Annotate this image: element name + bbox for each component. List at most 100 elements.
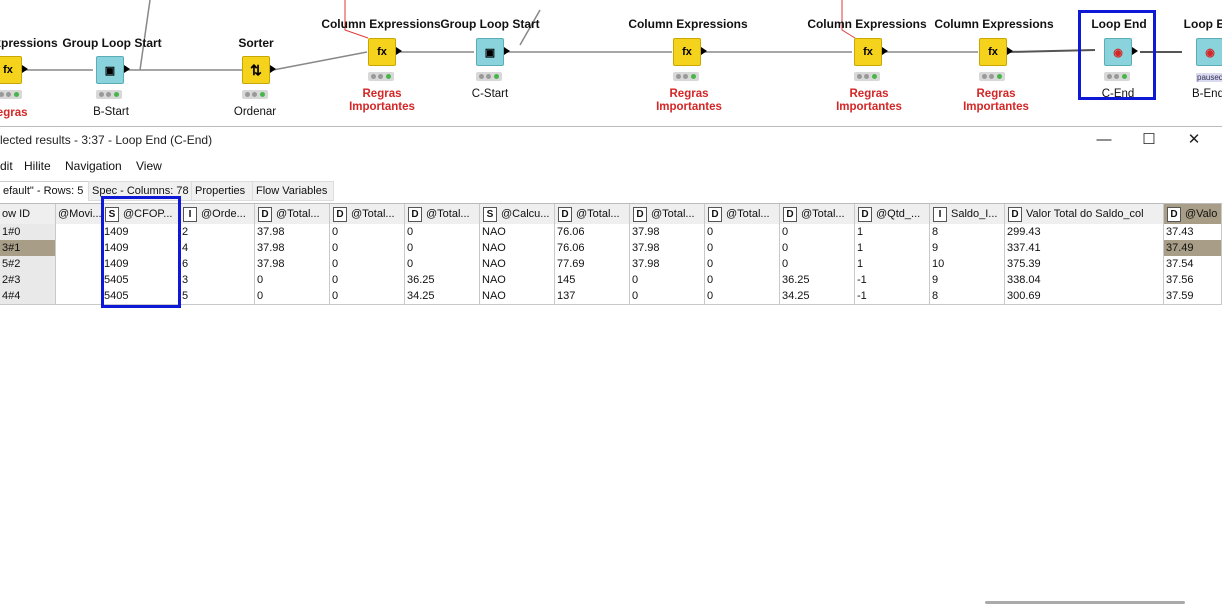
minimize-icon[interactable]: — (1082, 127, 1126, 151)
table-cell[interactable] (56, 240, 102, 256)
table-cell[interactable]: 76.06 (555, 224, 630, 240)
table-cell[interactable]: 37.43 (1164, 224, 1222, 240)
table-cell[interactable]: 9 (930, 240, 1005, 256)
node-label[interactable]: B-End (1192, 88, 1222, 101)
column-header[interactable]: @Movi... (56, 204, 102, 224)
table-cell[interactable]: 0 (705, 288, 780, 304)
table-cell[interactable]: 34.25 (780, 288, 855, 304)
node-label[interactable]: Regras Importantes (963, 88, 1029, 114)
table-cell[interactable]: NAO (480, 240, 555, 256)
output-port-icon[interactable] (124, 65, 130, 73)
column-header[interactable]: D @Qtd_... (855, 204, 930, 224)
table-row[interactable]: 4#4 5405 5 0 0 34.25 NAO 137 0 0 34.25 -1 8 300.69 37.… (0, 288, 1222, 305)
table-cell[interactable]: 4 (180, 240, 255, 256)
table-cell[interactable]: 137 (555, 288, 630, 304)
table-row[interactable]: 2#3 5405 3 0 0 36.25 NAO 145 0 0 36.25 -1 9 338.04 37.… (0, 272, 1222, 289)
column-expressions-icon[interactable]: fx (0, 56, 22, 84)
table-cell[interactable]: 0 (330, 256, 405, 272)
menu-navigation[interactable]: Navigation (65, 159, 122, 173)
table-cell[interactable]: 337.41 (1005, 240, 1164, 256)
column-header[interactable]: D @Total... (405, 204, 480, 224)
table-cell[interactable]: NAO (480, 288, 555, 304)
table-cell[interactable]: 1 (855, 224, 930, 240)
table-cell[interactable] (56, 256, 102, 272)
table-cell[interactable]: 0 (330, 240, 405, 256)
table-cell[interactable]: 8 (930, 224, 1005, 240)
table-cell[interactable]: 1 (855, 256, 930, 272)
group-loop-start-icon[interactable]: ▣ (476, 38, 504, 66)
group-loop-start-icon[interactable]: ▣ (96, 56, 124, 84)
tab-flow-variables[interactable]: Flow Variables (252, 181, 334, 201)
column-expressions-icon[interactable]: fx (854, 38, 882, 66)
table-cell[interactable] (56, 288, 102, 304)
node-label[interactable]: C-End (1102, 88, 1135, 101)
table-cell[interactable]: 0 (405, 224, 480, 240)
row-id-cell[interactable]: 3#1 (0, 240, 56, 256)
table-cell[interactable]: -1 (855, 272, 930, 288)
close-icon[interactable]: ✕ (1172, 127, 1216, 151)
node-label[interactable]: B-Start (93, 106, 129, 119)
table-cell[interactable]: 0 (405, 256, 480, 272)
table-cell[interactable]: 0 (705, 240, 780, 256)
output-port-icon[interactable] (396, 47, 402, 55)
maximize-icon[interactable]: ☐ (1127, 127, 1171, 151)
table-cell[interactable]: 76.06 (555, 240, 630, 256)
node-label[interactable]: Regras Importantes (836, 88, 902, 114)
table-cell[interactable]: 37.98 (255, 240, 330, 256)
table-cell[interactable]: 299.43 (1005, 224, 1164, 240)
row-id-cell[interactable]: 4#4 (0, 288, 56, 304)
table-cell[interactable]: 0 (405, 240, 480, 256)
table-cell[interactable]: 0 (630, 288, 705, 304)
table-cell[interactable]: 0 (630, 272, 705, 288)
output-port-icon[interactable] (882, 47, 888, 55)
table-cell[interactable]: 0 (780, 256, 855, 272)
loop-end-icon[interactable]: ◉ (1196, 38, 1222, 66)
table-cell[interactable]: 0 (705, 272, 780, 288)
column-expressions-icon[interactable]: fx (368, 38, 396, 66)
table-row[interactable]: 3#1 1409 4 37.98 0 0 NAO 76.06 37.98 0 0 1 9 337.41 37… (0, 240, 1222, 257)
workflow-canvas[interactable]: Expressions fx Regras Group Loop Start ▣… (0, 0, 1222, 128)
table-cell[interactable]: 8 (930, 288, 1005, 304)
table-cell[interactable]: NAO (480, 256, 555, 272)
table-cell[interactable]: 0 (780, 240, 855, 256)
column-header[interactable]: D @Total... (255, 204, 330, 224)
column-header[interactable]: D Valor Total do Saldo_col (1005, 204, 1164, 224)
table-cell[interactable]: 36.25 (780, 272, 855, 288)
table-cell[interactable]: 0 (705, 224, 780, 240)
menu-view[interactable]: View (136, 159, 162, 173)
table-cell[interactable]: 37.98 (255, 224, 330, 240)
table-cell[interactable] (56, 272, 102, 288)
table-cell[interactable]: 5 (180, 288, 255, 304)
column-header[interactable]: D @Valo (1164, 204, 1222, 224)
table-cell[interactable]: 0 (330, 224, 405, 240)
table-cell[interactable]: 37.98 (630, 256, 705, 272)
table-cell[interactable]: NAO (480, 272, 555, 288)
column-header[interactable]: D @Total... (330, 204, 405, 224)
table-cell[interactable]: 10 (930, 256, 1005, 272)
column-header[interactable]: D @Total... (705, 204, 780, 224)
table-cell[interactable]: 34.25 (405, 288, 480, 304)
node-label[interactable]: C-Start (472, 88, 508, 101)
table-cell[interactable]: 3 (180, 272, 255, 288)
table-cell[interactable]: -1 (855, 288, 930, 304)
output-port-icon[interactable] (1007, 47, 1013, 55)
table-cell[interactable]: 2 (180, 224, 255, 240)
window-titlebar[interactable]: lected results - 3:37 - Loop End (C-End)… (0, 127, 1222, 151)
table-cell[interactable]: 37.59 (1164, 288, 1222, 304)
column-header[interactable]: S @Calcu... (480, 204, 555, 224)
menu-hilite[interactable]: Hilite (24, 159, 51, 173)
row-id-cell[interactable]: 1#0 (0, 224, 56, 240)
output-port-icon[interactable] (701, 47, 707, 55)
table-row[interactable]: 5#2 1409 6 37.98 0 0 NAO 77.69 37.98 0 0 1 10 375.39 3… (0, 256, 1222, 273)
table-cell[interactable]: 145 (555, 272, 630, 288)
row-id-cell[interactable]: 5#2 (0, 256, 56, 272)
table-cell[interactable]: 0 (255, 288, 330, 304)
table-cell[interactable]: 1 (855, 240, 930, 256)
table-cell[interactable]: 6 (180, 256, 255, 272)
node-label[interactable]: Regras (0, 107, 28, 120)
table-cell[interactable]: 0 (255, 272, 330, 288)
output-port-icon[interactable] (1132, 47, 1138, 55)
column-header[interactable]: D @Total... (555, 204, 630, 224)
table-cell[interactable]: 37.56 (1164, 272, 1222, 288)
output-port-icon[interactable] (270, 65, 276, 73)
